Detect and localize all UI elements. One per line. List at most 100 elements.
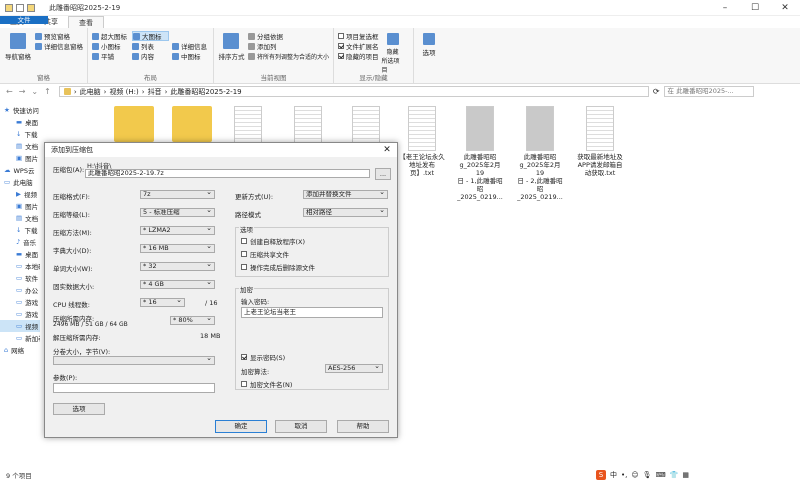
- mem-percent-select[interactable]: * 80%: [170, 316, 215, 325]
- emoji-icon[interactable]: ☺: [631, 471, 638, 479]
- cancel-button[interactable]: 取消: [275, 420, 327, 433]
- sort-button[interactable]: 排序方式: [218, 31, 245, 61]
- hidden-items-toggle[interactable]: 隐藏的项目: [338, 51, 379, 61]
- layout-content[interactable]: 内容: [132, 51, 169, 61]
- sidebar-item[interactable]: ▬ 桌面: [0, 248, 40, 260]
- file-item[interactable]: 此雕番昭昭 g_2025年2月19 日 - 2,此雕番昭 昭_2025_0219…: [516, 106, 564, 201]
- layout-list[interactable]: 列表: [132, 41, 169, 51]
- close-button[interactable]: ✕: [770, 3, 800, 13]
- file-item[interactable]: [110, 106, 158, 144]
- sfx-checkbox[interactable]: 创建自释放程序(X): [241, 236, 305, 246]
- layout-extra-large-icons[interactable]: 超大图标: [92, 31, 129, 41]
- layout-small-icons[interactable]: 小图标: [92, 41, 129, 51]
- microphone-icon[interactable]: 🎙: [643, 471, 652, 479]
- refresh-icon[interactable]: ⟳: [653, 87, 660, 96]
- sidebar-item[interactable]: ⌂ 网络: [0, 344, 40, 356]
- ime-lang[interactable]: 中: [610, 470, 617, 480]
- word-select[interactable]: * 32: [140, 262, 215, 271]
- breadcrumb-item[interactable]: 抖音: [148, 87, 162, 97]
- split-select[interactable]: [53, 356, 215, 365]
- breadcrumb-item[interactable]: 此雕番昭昭2025-2-19: [170, 87, 241, 97]
- format-select[interactable]: 7z: [140, 190, 215, 199]
- file-item[interactable]: 获取最新地址及 APP请发邮箱自 动获取.txt: [576, 106, 624, 177]
- new-folder-icon[interactable]: [27, 3, 35, 12]
- archive-name-input[interactable]: 此雕番昭昭2025-2-19.7z: [85, 169, 370, 178]
- sidebar-item[interactable]: ↓ 下载: [0, 224, 40, 236]
- recent-chevron-icon[interactable]: ⌄: [31, 87, 38, 96]
- grid-icon[interactable]: ▦: [682, 471, 689, 479]
- solid-select[interactable]: * 4 GB: [140, 280, 215, 289]
- keyboard-icon[interactable]: ⌨: [656, 471, 666, 479]
- breadcrumb-item[interactable]: 此电脑: [80, 87, 101, 97]
- tab-view[interactable]: 查看: [68, 16, 104, 28]
- options-button[interactable]: 选项: [418, 31, 440, 57]
- hide-selected-button[interactable]: 隐藏 所选项目: [382, 31, 404, 74]
- sidebar-item[interactable]: ▭ 游戏: [0, 308, 40, 320]
- dict-select[interactable]: * 16 MB: [140, 244, 215, 253]
- sidebar-item[interactable]: ▣ 图片: [0, 152, 40, 164]
- add-column-button[interactable]: 添加列: [247, 41, 329, 51]
- options-button[interactable]: 选项: [53, 403, 105, 415]
- sidebar-item[interactable]: ▤ 文档: [0, 140, 40, 152]
- enc-method-select[interactable]: AES-256: [325, 364, 383, 373]
- group-by-button[interactable]: 分组依据: [247, 31, 329, 41]
- method-select[interactable]: * LZMA2: [140, 226, 215, 235]
- minimize-button[interactable]: –: [710, 3, 740, 13]
- tab-file[interactable]: 文件: [0, 16, 48, 24]
- sidebar-item[interactable]: ▣ 图片: [0, 200, 40, 212]
- search-input[interactable]: 在 此雕番昭昭2025-...: [663, 86, 754, 97]
- file-item[interactable]: 此雕番昭昭 g_2025年2月19 日 - 1,此雕番昭 昭_2025_0219…: [456, 106, 504, 201]
- sidebar-item[interactable]: ▭视频 (: [0, 320, 40, 332]
- browse-button[interactable]: ...: [375, 168, 391, 180]
- ok-button[interactable]: 确定: [215, 420, 267, 433]
- sidebar-item[interactable]: ▭新加卷: [0, 332, 40, 344]
- nav-pane-button[interactable]: 导航窗格: [4, 31, 32, 61]
- file-item[interactable]: [168, 106, 216, 144]
- sidebar-item[interactable]: ♪ 音乐: [0, 236, 40, 248]
- sidebar-item[interactable]: ▭游戏 (: [0, 296, 40, 308]
- sidebar-item[interactable]: ▬ 桌面: [0, 116, 40, 128]
- folder-icon[interactable]: [5, 3, 13, 12]
- sidebar-item[interactable]: ☁ WPS云: [0, 164, 40, 176]
- help-button[interactable]: 帮助: [337, 420, 389, 433]
- skin-icon[interactable]: 👕: [670, 471, 679, 479]
- level-select[interactable]: 5 - 标准压缩: [140, 208, 215, 217]
- dialog-close-icon[interactable]: ✕: [377, 145, 397, 155]
- sogou-icon[interactable]: S: [596, 469, 606, 480]
- fit-columns-button[interactable]: 将所有列调整为合适的大小: [247, 51, 329, 61]
- sidebar-item[interactable]: ▶ 视频: [0, 188, 40, 200]
- update-select[interactable]: 添加并替换文件: [303, 190, 388, 199]
- layout-large-icons[interactable]: 大图标: [132, 31, 169, 41]
- threads-select[interactable]: * 16: [140, 298, 185, 307]
- back-arrow-icon[interactable]: ←: [6, 87, 13, 96]
- breadcrumb[interactable]: › 此电脑 › 视频 (H:) › 抖音 › 此雕番昭昭2025-2-19: [58, 86, 649, 97]
- preview-pane-button[interactable]: 预览窗格: [35, 31, 83, 41]
- sidebar-item[interactable]: ▭本地磁: [0, 260, 40, 272]
- delete-source-checkbox[interactable]: 操作完成后删除源文件: [241, 262, 315, 272]
- password-input[interactable]: 上老王论坛当老王: [241, 307, 383, 318]
- layout-medium-icons[interactable]: 中图标: [172, 51, 209, 61]
- shared-checkbox[interactable]: 压缩共享文件: [241, 249, 289, 259]
- properties-icon[interactable]: [16, 3, 24, 12]
- sidebar-item[interactable]: ★ 快速访问: [0, 104, 40, 116]
- punctuation-icon[interactable]: •,: [621, 471, 627, 479]
- maximize-button[interactable]: ☐: [740, 3, 770, 13]
- forward-arrow-icon[interactable]: →: [19, 87, 26, 96]
- sidebar-item[interactable]: ▭办公 (: [0, 284, 40, 296]
- item-checkbox-toggle[interactable]: 项目复选框: [338, 31, 379, 41]
- breadcrumb-item[interactable]: 视频 (H:): [109, 87, 138, 97]
- sidebar-item[interactable]: ↓ 下载: [0, 128, 40, 140]
- show-password-checkbox[interactable]: 显示密码(S): [241, 352, 285, 362]
- file-item[interactable]: 【老王论坛永久 地址发布页】.txt: [398, 106, 446, 177]
- params-input[interactable]: [53, 383, 215, 393]
- path-mode-select[interactable]: 相对路径: [303, 208, 388, 217]
- details-pane-button[interactable]: 详细信息窗格: [35, 41, 83, 51]
- file-ext-toggle[interactable]: 文件扩展名: [338, 41, 379, 51]
- encrypt-names-checkbox[interactable]: 加密文件名(N): [241, 379, 292, 389]
- sidebar-item[interactable]: ▤ 文档: [0, 212, 40, 224]
- layout-tiles[interactable]: 平铺: [92, 51, 129, 61]
- layout-details[interactable]: 详细信息: [172, 41, 209, 51]
- up-arrow-icon[interactable]: ↑: [44, 87, 51, 96]
- sidebar-item[interactable]: ▭软件 (: [0, 272, 40, 284]
- sidebar-item[interactable]: ▭ 此电脑: [0, 176, 40, 188]
